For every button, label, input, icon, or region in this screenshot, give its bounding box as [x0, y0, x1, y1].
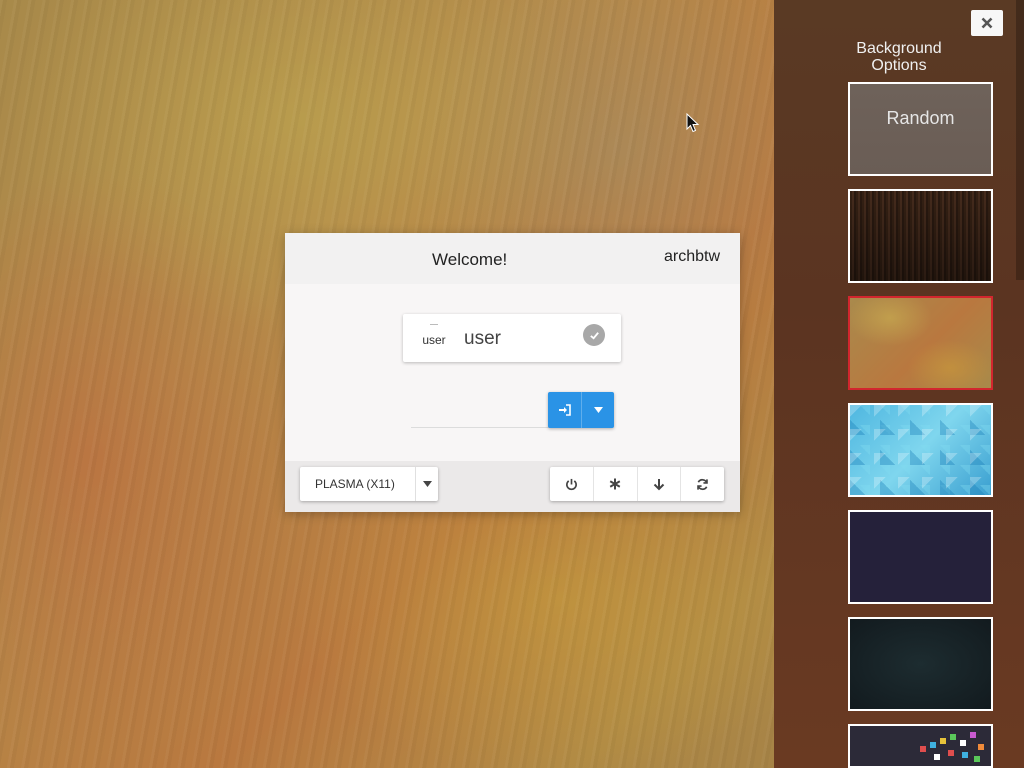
mouse-pointer-icon [686, 113, 700, 133]
login-header: Welcome! archbtw [285, 233, 740, 284]
close-icon [981, 17, 993, 29]
background-thumb-blue-poly[interactable] [848, 403, 993, 497]
background-thumb-paint[interactable] [848, 296, 993, 390]
background-thumb-icons[interactable] [848, 724, 993, 768]
panel-scrollbar[interactable] [1016, 0, 1024, 280]
user-avatar: user [419, 324, 449, 354]
suspend-button[interactable] [594, 467, 638, 501]
power-actions [550, 467, 724, 501]
check-icon [583, 324, 605, 346]
avatar-label: user [422, 333, 446, 347]
password-input[interactable] [411, 427, 551, 428]
user-selector[interactable]: user user [403, 314, 621, 362]
hibernate-button[interactable] [638, 467, 682, 501]
session-label: PLASMA (X11) [315, 477, 395, 491]
random-label: Random [886, 108, 955, 128]
background-thumb-navy[interactable] [848, 510, 993, 604]
login-footer: PLASMA (X11) [285, 461, 740, 512]
session-select[interactable]: PLASMA (X11) [300, 467, 438, 501]
caret-down-icon [593, 407, 603, 413]
background-thumb-dark-teal[interactable] [848, 617, 993, 711]
background-thumb-random[interactable]: Random [848, 82, 993, 176]
login-dialog: Welcome! archbtw user user PLASMA (X11) [285, 233, 740, 512]
asterisk-icon [609, 478, 621, 490]
arrow-down-icon [653, 478, 665, 490]
background-options-title: Background Options [856, 40, 942, 74]
caret-down-icon[interactable] [415, 467, 438, 501]
restart-button[interactable] [681, 467, 724, 501]
power-icon [565, 478, 577, 490]
welcome-text: Welcome! [432, 250, 508, 269]
background-thumb-wood[interactable] [848, 189, 993, 283]
refresh-icon [697, 478, 708, 490]
login-options-button[interactable] [582, 392, 614, 428]
icon-pattern [920, 732, 984, 762]
username-label: user [464, 328, 501, 349]
login-button-group [548, 392, 614, 428]
avatar-border-top [430, 324, 438, 331]
shutdown-button[interactable] [550, 467, 594, 501]
hostname-label: archbtw [663, 248, 720, 265]
login-button[interactable] [548, 392, 581, 428]
close-panel-button[interactable] [971, 10, 1003, 36]
sign-in-icon [559, 404, 571, 416]
